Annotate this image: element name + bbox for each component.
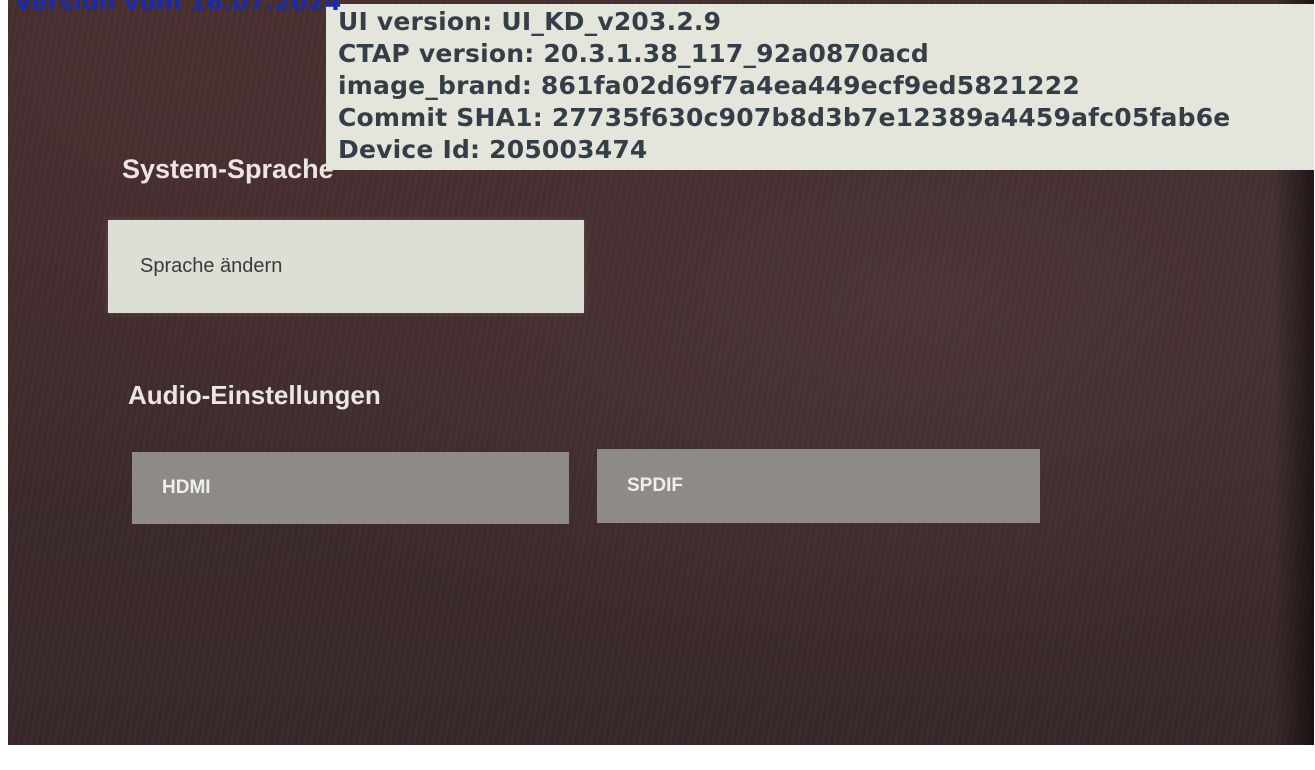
ui-version-text: UI version: UI_KD_v203.2.9 xyxy=(338,7,722,36)
tv-screen: UI version: UI_KD_v203.2.9 CTAP version:… xyxy=(8,0,1314,745)
audio-settings-heading: Audio-Einstellungen xyxy=(128,380,381,410)
device-id-text: Device Id: 205003474 xyxy=(338,135,648,164)
ctap-version-text: CTAP version: 20.3.1.38_117_92a0870acd xyxy=(338,39,930,68)
system-language-heading: System-Sprache xyxy=(122,154,334,184)
hdmi-label: HDMI xyxy=(162,477,211,498)
change-language-label: Sprache ändern xyxy=(140,255,283,277)
change-language-button[interactable]: Sprache ändern xyxy=(108,220,584,313)
image-brand-text: image_brand: 861fa02d69f7a4ea449ecf9ed58… xyxy=(338,71,1080,100)
debug-info-overlay: UI version: UI_KD_v203.2.9 CTAP version:… xyxy=(326,4,1314,170)
spdif-label: SPDIF xyxy=(627,475,683,496)
photo-frame: Version vom 16.07.2024 UI version: UI_KD… xyxy=(0,0,1315,770)
version-caption: Version vom 16.07.2024 xyxy=(14,0,342,16)
commit-sha-text: Commit SHA1: 27735f630c907b8d3b7e12389a4… xyxy=(338,103,1231,132)
hdmi-audio-button[interactable]: HDMI xyxy=(132,452,569,524)
spdif-audio-button[interactable]: SPDIF xyxy=(597,449,1040,523)
